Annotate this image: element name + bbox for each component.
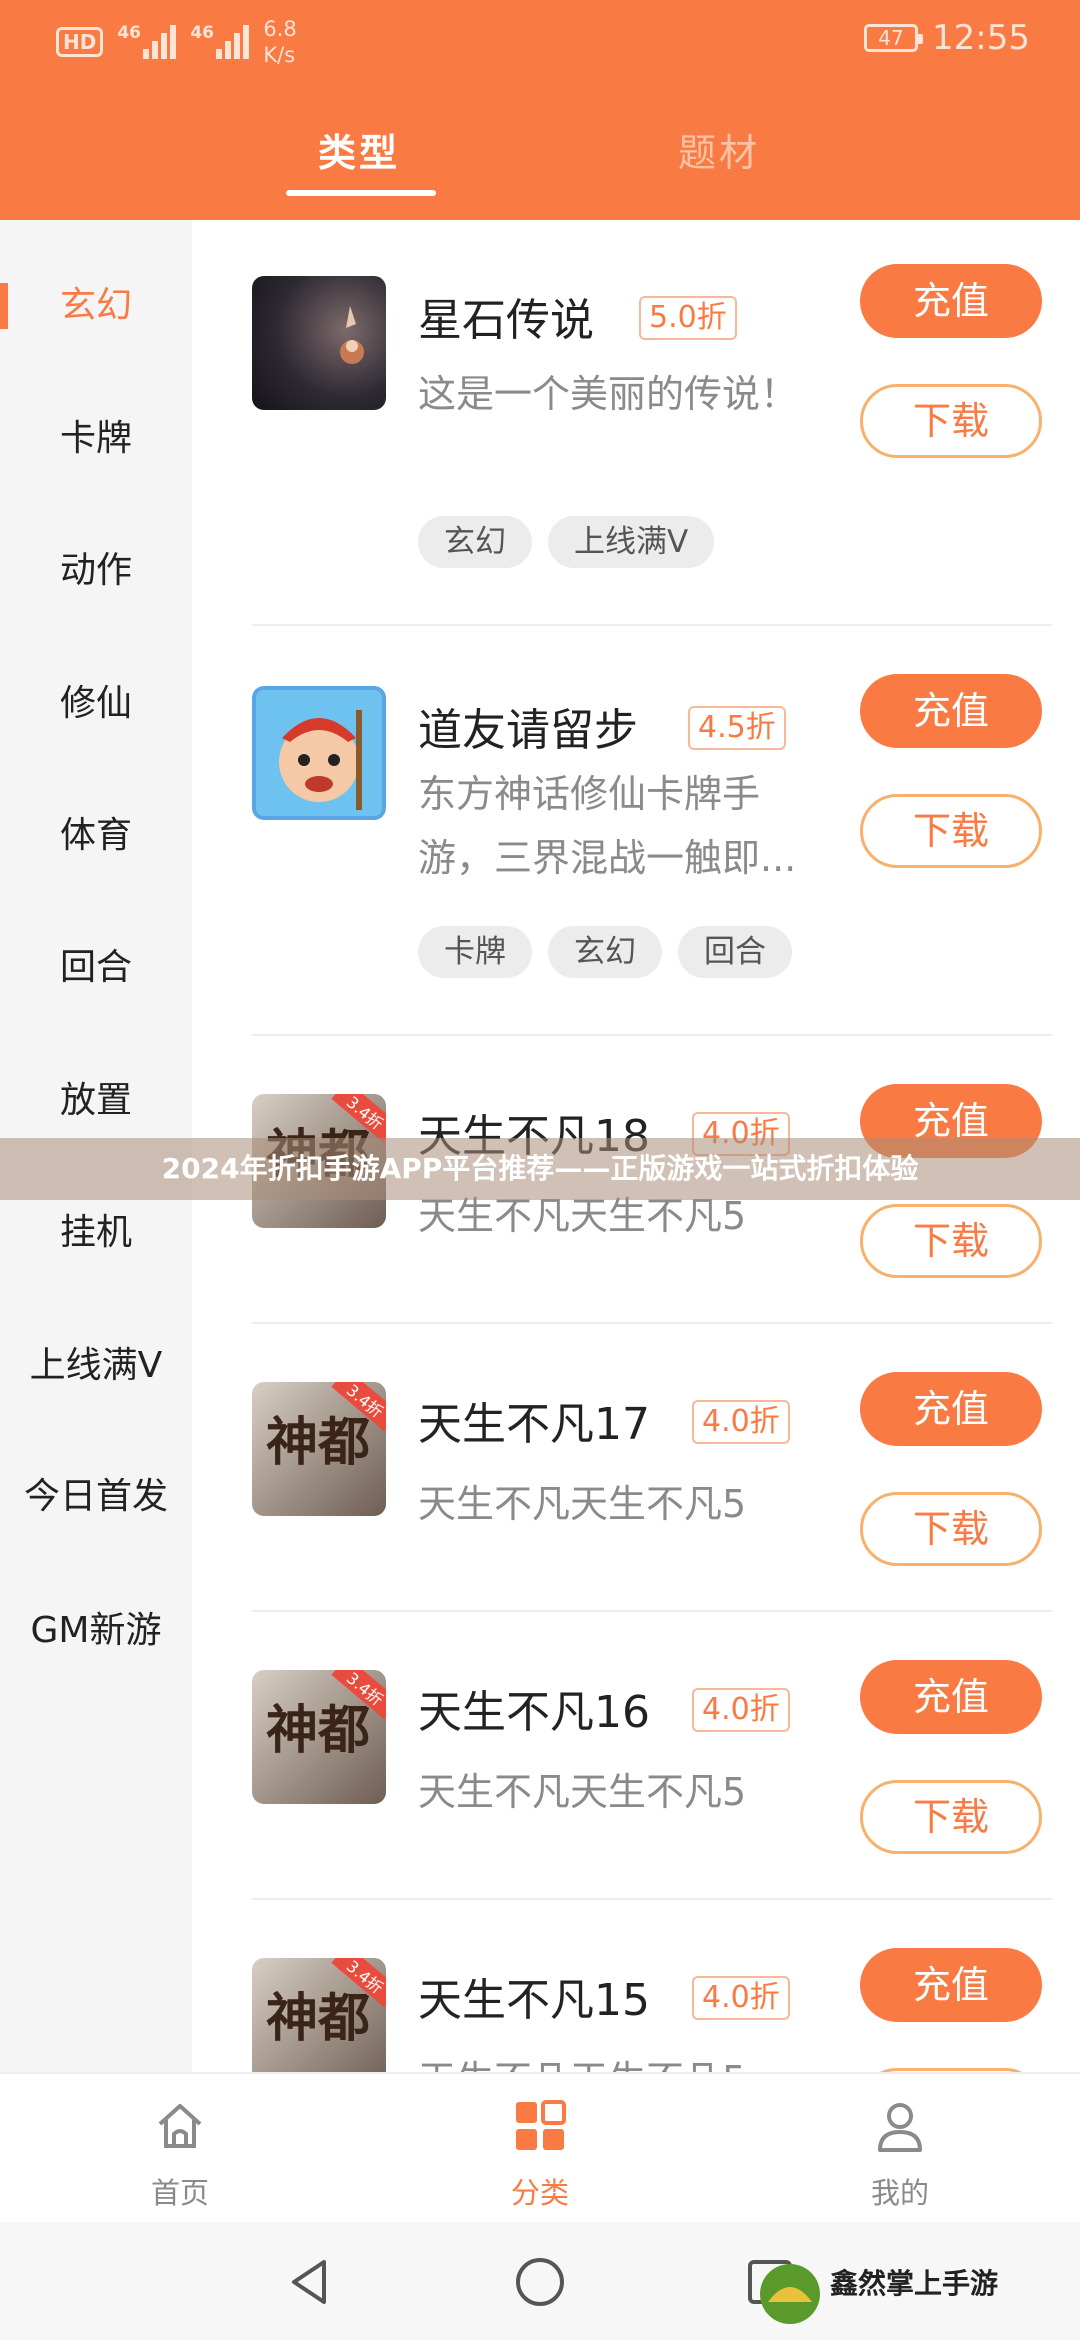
download-button[interactable]: 下载 xyxy=(860,794,1042,868)
sidebar-item-gmxinyou[interactable]: GM新游 xyxy=(0,1586,192,1676)
tag: 回合 xyxy=(678,926,792,978)
signal-icon-2: 46 xyxy=(190,23,250,59)
game-name: 道友请留步 xyxy=(418,705,638,756)
sidebar-item-label: 修仙 xyxy=(59,683,132,724)
game-name: 天生不凡16 xyxy=(418,1687,650,1738)
watermark-logo-text: 鑫然掌上手游 xyxy=(830,2267,999,2300)
discount-badge: 4.5折 xyxy=(688,706,786,750)
tab-theme[interactable]: 题材 xyxy=(678,122,760,177)
sidebar-item-label: 体育 xyxy=(59,815,132,856)
download-button[interactable]: 下载 xyxy=(860,1492,1042,1566)
nav-label: 分类 xyxy=(510,2176,569,2210)
home-circle-icon[interactable] xyxy=(510,2252,570,2312)
tag: 玄幻 xyxy=(548,926,662,978)
game-description: 东方神话修仙卡牌手游，三界混战一触即... xyxy=(418,772,797,880)
game-description: 天生不凡天生不凡5 xyxy=(418,1482,747,1526)
active-indicator xyxy=(0,283,8,329)
game-icon xyxy=(252,686,386,820)
tag-list: 玄幻 上线满V xyxy=(418,516,715,568)
back-icon[interactable] xyxy=(280,2252,340,2312)
bottom-nav: 首页 分类 我的 xyxy=(0,2072,1080,2222)
tag: 上线满V xyxy=(548,516,715,568)
charge-button[interactable]: 充值 xyxy=(860,674,1042,748)
discount-badge: 4.0折 xyxy=(692,1688,790,1732)
divider xyxy=(252,1322,1052,1324)
home-icon xyxy=(158,2104,202,2148)
speed-value: 6.8 xyxy=(263,17,297,41)
tag-list: 卡牌 玄幻 回合 xyxy=(418,926,792,978)
sidebar-item-label: 挂机 xyxy=(59,1212,132,1253)
nav-label: 首页 xyxy=(150,2176,209,2210)
nav-item-home[interactable]: 首页 xyxy=(100,2098,260,2212)
sidebar-item-label: 放置 xyxy=(59,1080,132,1121)
tab-underline xyxy=(286,190,436,196)
charge-button[interactable]: 充值 xyxy=(860,264,1042,338)
sidebar-item-xuanhuan[interactable]: 玄幻 xyxy=(0,261,192,351)
game-name: 天生不凡17 xyxy=(418,1399,650,1450)
speed-unit: K/s xyxy=(263,43,296,67)
game-description: 这是一个美丽的传说！ xyxy=(418,372,799,416)
sidebar-item-label: 动作 xyxy=(59,550,132,591)
divider xyxy=(252,1898,1052,1900)
signal-icon: 46 xyxy=(117,23,177,59)
sidebar-item-label: 今日首发 xyxy=(23,1476,168,1517)
divider xyxy=(252,624,1052,626)
sidebar-item-huihe[interactable]: 回合 xyxy=(0,923,192,1013)
game-description: 天生不凡天生不凡5 xyxy=(418,1770,747,1814)
game-name: 天生不凡15 xyxy=(418,1975,650,2026)
profile-icon xyxy=(878,2103,922,2152)
discount-badge: 4.0折 xyxy=(692,1976,790,2020)
charge-button[interactable]: 充值 xyxy=(860,1372,1042,1446)
game-icon: 神都 3.4折 xyxy=(252,1670,386,1804)
signal-type: 46 xyxy=(117,23,142,43)
download-button[interactable]: 下载 xyxy=(860,384,1042,458)
game-icon: 神都 3.4折 xyxy=(252,1382,386,1516)
network-speed: 6.8 K/s xyxy=(263,16,296,68)
game-icon-text: 神都 xyxy=(266,1413,371,1473)
sidebar-item-label: 卡牌 xyxy=(59,418,132,459)
sidebar-item-tiyu[interactable]: 体育 xyxy=(0,791,192,881)
clock: 12:55 xyxy=(932,18,1030,58)
game-description: 天生不凡天生不凡5 xyxy=(418,2048,838,2072)
game-icon: 神都 3.4折 xyxy=(252,1958,386,2072)
discount-badge: 5.0折 xyxy=(639,296,737,340)
app-header: HD 46 46 6.8 K/s 47 12:55 类型 题材 xyxy=(0,0,1080,220)
download-button[interactable]: 下载 xyxy=(860,1204,1042,1278)
battery-icon: 47 xyxy=(864,24,924,52)
sidebar-item-label: GM新游 xyxy=(30,1610,162,1651)
sidebar-item-xiuxian[interactable]: 修仙 xyxy=(0,659,192,749)
sidebar-item-dongzuo[interactable]: 动作 xyxy=(0,526,192,616)
game-icon-text: 神都 xyxy=(266,1701,371,1761)
discount-badge: 4.0折 xyxy=(692,1400,790,1444)
game-name: 星石传说 xyxy=(418,295,594,346)
sidebar-item-kapai[interactable]: 卡牌 xyxy=(0,394,192,484)
download-button[interactable]: 下载 xyxy=(860,1780,1042,1854)
watermark-banner: 2024年折扣手游APP平台推荐——正版游戏一站式折扣体验 xyxy=(0,1138,1080,1200)
charge-button[interactable]: 充值 xyxy=(860,1660,1042,1734)
sidebar-item-guaji[interactable]: 挂机 xyxy=(0,1188,192,1278)
signal-type-2: 46 xyxy=(190,23,215,43)
sidebar-item-jinrishoufa[interactable]: 今日首发 xyxy=(0,1452,192,1542)
nav-item-category[interactable]: 分类 xyxy=(460,2098,620,2212)
category-icon xyxy=(516,2100,566,2150)
nav-label: 我的 xyxy=(870,2176,929,2210)
divider xyxy=(252,1034,1052,1036)
status-bar: HD 46 46 6.8 K/s 47 12:55 xyxy=(0,0,1080,80)
category-tabs: 类型 题材 xyxy=(0,110,1080,210)
nav-item-profile[interactable]: 我的 xyxy=(820,2098,980,2212)
hd-badge: HD xyxy=(56,27,104,57)
sidebar-item-label: 上线满V xyxy=(29,1345,163,1386)
sidebar-item-label: 回合 xyxy=(59,947,132,988)
tag: 玄幻 xyxy=(418,516,532,568)
tab-type[interactable]: 类型 xyxy=(318,122,400,177)
charge-button[interactable]: 充值 xyxy=(860,1948,1042,2022)
sidebar-item-fangzhi[interactable]: 放置 xyxy=(0,1056,192,1146)
sidebar-item-label: 玄幻 xyxy=(59,285,132,326)
tag: 卡牌 xyxy=(418,926,532,978)
game-icon xyxy=(252,276,386,410)
divider xyxy=(252,1610,1052,1612)
sidebar-item-shangxianmanv[interactable]: 上线满V xyxy=(0,1321,192,1411)
game-icon-text: 神都 xyxy=(266,1989,371,2049)
